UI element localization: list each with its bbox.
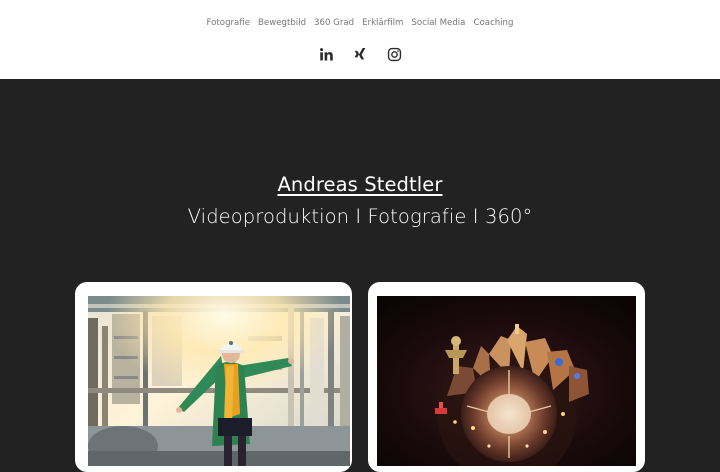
nav-item-bewegtbild[interactable]: Bewegtbild	[258, 17, 306, 29]
portrait-industrial-image	[88, 296, 350, 466]
nav-item-fotografie[interactable]: Fotografie	[207, 17, 250, 29]
main-navigation: Fotografie Bewegtbild 360 Grad Erklärfil…	[0, 17, 720, 29]
nav-item-360-grad[interactable]: 360 Grad	[314, 17, 354, 29]
nav-item-social-media[interactable]: Social Media	[411, 17, 465, 29]
nav-item-erklaerfilm[interactable]: Erklärfilm	[362, 17, 403, 29]
xing-icon-glyph	[354, 47, 366, 59]
hero-tagline: Videoproduktion I Fotografie I 360°	[187, 205, 533, 228]
instagram-icon-glyph	[387, 47, 401, 62]
portrait-industrial-photo	[88, 296, 350, 466]
site-owner-name-link[interactable]: Andreas Stedtler	[0, 173, 720, 196]
linkedin-icon[interactable]	[318, 46, 335, 63]
social-links	[0, 46, 720, 63]
site-header: Fotografie Bewegtbild 360 Grad Erklärfil…	[0, 0, 720, 79]
xing-icon[interactable]	[352, 46, 369, 63]
portfolio-card-360-grad[interactable]	[368, 282, 645, 472]
tiny-planet-image	[377, 296, 636, 466]
nav-item-coaching[interactable]: Coaching	[473, 17, 513, 29]
portfolio-card-fotografie[interactable]	[75, 282, 352, 472]
instagram-icon[interactable]	[386, 46, 403, 63]
tiny-planet-photo	[377, 296, 636, 466]
linkedin-icon-glyph	[319, 48, 333, 61]
